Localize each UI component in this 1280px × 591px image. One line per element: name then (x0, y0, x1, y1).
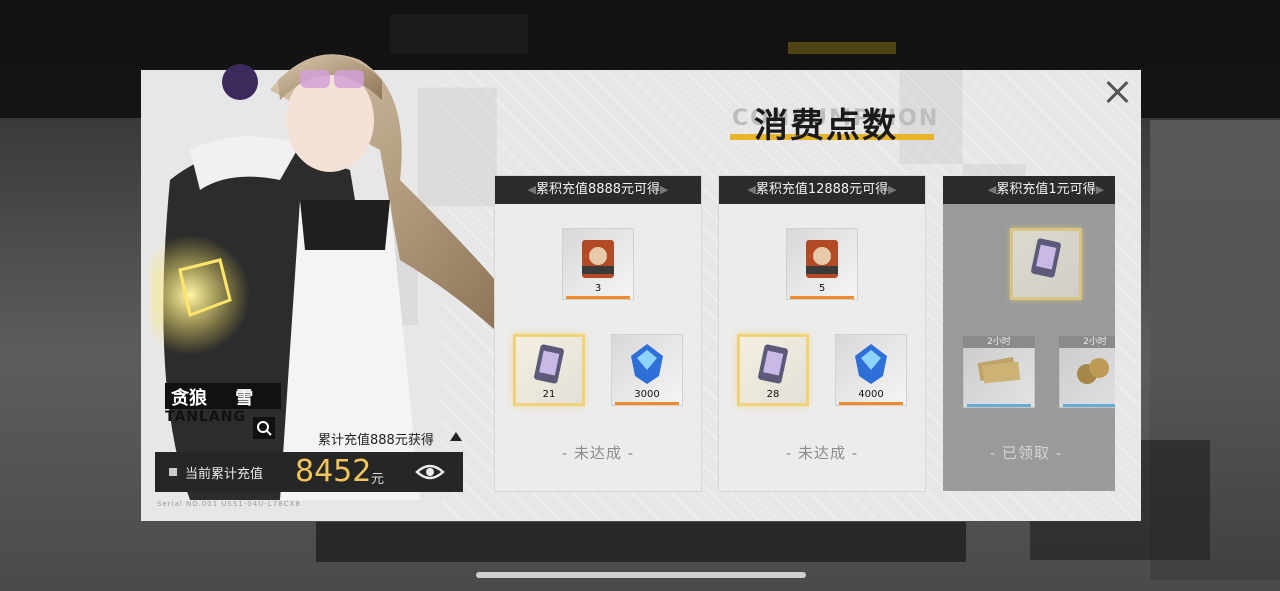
reward-item[interactable]: 3 (562, 228, 634, 300)
reward-card-claimed: ◀累积充值1元可得▶ 2小时 2小时 - 已领取 - (943, 176, 1115, 491)
rarity-bar (1063, 404, 1115, 407)
reward-item[interactable]: 3000 (611, 334, 683, 406)
portrait-card-icon (582, 240, 614, 278)
serial-number: Serial NO.001 USS1-04U-L78CX8 (157, 500, 301, 508)
card-status: - 已领取 - (989, 444, 1063, 462)
currency-unit: 元 (371, 472, 385, 487)
ticket-icon (534, 344, 564, 384)
reward-item[interactable]: 5 (786, 228, 858, 300)
card-header: ◀累积充值8888元可得▶ (495, 176, 701, 204)
ticket-icon (1031, 238, 1061, 278)
coins-icon (1077, 358, 1109, 384)
character-search-button[interactable] (253, 417, 275, 439)
item-count: 21 (542, 389, 556, 400)
card-status: - 未达成 - (785, 444, 859, 462)
item-count: 5 (818, 283, 826, 294)
reward-item[interactable] (1010, 228, 1082, 300)
item-count: 3000 (634, 389, 660, 400)
square-bullet-icon (169, 468, 177, 476)
background-bottom-bar (316, 522, 966, 562)
time-tag: 2小时 (963, 336, 1035, 348)
ticket-icon (758, 344, 788, 384)
time-tag: 2小时 (1059, 336, 1115, 348)
item-count: 28 (766, 389, 780, 400)
expand-triangle-icon[interactable] (450, 432, 462, 441)
item-count: 3 (594, 283, 602, 294)
current-charge-value: 8452 (295, 454, 372, 489)
reward-item[interactable]: 2小时 (963, 336, 1035, 408)
character-name-en: TANLANG (165, 409, 246, 425)
reward-item[interactable]: 4000 (835, 334, 907, 406)
accumulated-reward-label: 累计充值888元获得 (318, 433, 434, 448)
item-count: 4000 (858, 389, 884, 400)
modal-title: CONSUMPTION 消费点数 (718, 94, 937, 146)
card-header: ◀累积充值1元可得▶ (943, 176, 1115, 204)
title-cn: 消费点数 (754, 106, 898, 146)
rarity-bar (967, 404, 1031, 407)
rarity-bar (790, 296, 854, 299)
eye-icon[interactable] (415, 462, 445, 482)
close-button[interactable] (1104, 78, 1132, 106)
card-status: - 未达成 - (561, 444, 635, 462)
rarity-bar (839, 402, 903, 405)
portrait-card-icon (806, 240, 838, 278)
reward-item[interactable]: 28 (737, 334, 809, 406)
current-charge-label: 当前累计充值 (185, 467, 264, 482)
home-indicator[interactable] (476, 572, 806, 578)
bills-icon (977, 357, 1021, 384)
brand-mark: 雪 (235, 388, 254, 409)
card-header: ◀累积充值12888元可得▶ (719, 176, 925, 204)
crystal-icon (631, 344, 663, 384)
reward-card: ◀累积充值12888元可得▶ 5 28 4000 - 未达成 - (719, 176, 925, 491)
rarity-bar (615, 402, 679, 405)
crystal-icon (855, 344, 887, 384)
magnifier-icon (257, 421, 272, 436)
reward-card: ◀累积充值8888元可得▶ 3 21 3000 - 未达成 - (495, 176, 701, 491)
reward-card-clip: ◀累积充值1元可得▶ 2小时 2小时 - 已领取 - (943, 176, 1115, 491)
current-charge-box: 当前累计充值 8452 元 (155, 452, 463, 492)
character-name-cn: 贪狼 雪 (165, 383, 281, 409)
reward-item[interactable]: 21 (513, 334, 585, 406)
rarity-bar (566, 296, 630, 299)
reward-item[interactable]: 2小时 (1059, 336, 1115, 408)
